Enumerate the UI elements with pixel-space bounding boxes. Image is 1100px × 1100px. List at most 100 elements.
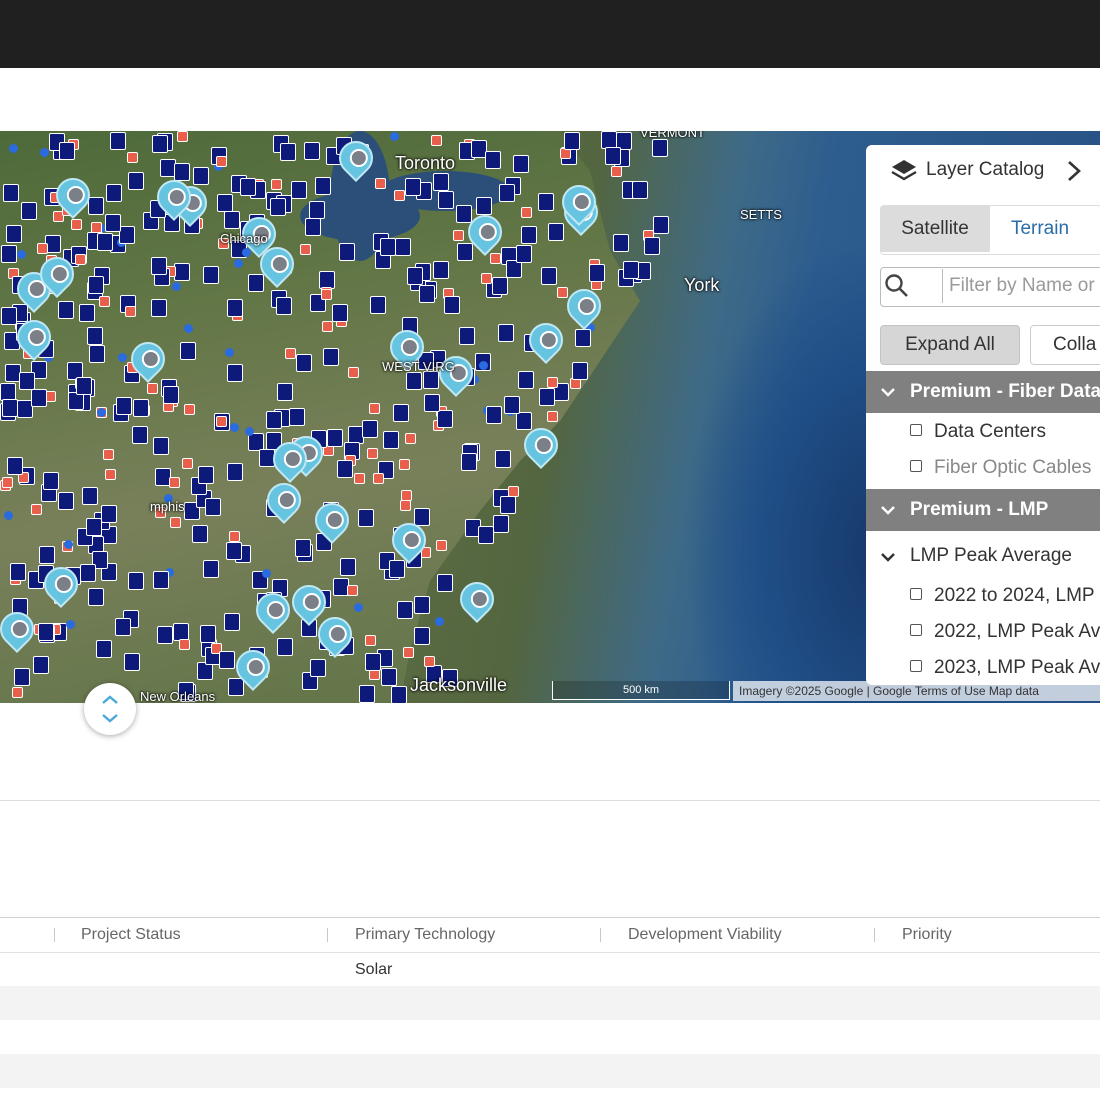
project-marker[interactable]: [58, 492, 74, 510]
project-marker[interactable]: [270, 198, 286, 216]
group-premium-fiber-data[interactable]: Premium - Fiber Data: [866, 371, 1100, 413]
project-marker[interactable]: [7, 457, 23, 475]
project-marker[interactable]: [652, 139, 668, 157]
project-marker-red[interactable]: [322, 321, 333, 332]
project-marker-red[interactable]: [547, 377, 558, 388]
project-marker[interactable]: [87, 327, 103, 345]
project-marker[interactable]: [3, 184, 19, 202]
project-marker[interactable]: [340, 558, 356, 576]
project-marker-red[interactable]: [375, 178, 386, 189]
project-marker[interactable]: [1, 245, 17, 263]
project-marker[interactable]: [339, 243, 355, 261]
project-marker-red[interactable]: [481, 273, 492, 284]
column-header-project-status[interactable]: Project Status: [81, 926, 181, 944]
solar-site-pin-icon[interactable]: [452, 574, 502, 624]
project-marker[interactable]: [101, 505, 117, 523]
project-marker-blue[interactable]: [118, 353, 127, 362]
checkbox[interactable]: [910, 623, 922, 636]
project-marker-red[interactable]: [75, 254, 86, 265]
project-marker-red[interactable]: [347, 585, 358, 596]
project-marker-blue[interactable]: [230, 423, 239, 432]
project-marker-red[interactable]: [394, 190, 405, 201]
project-marker[interactable]: [359, 685, 375, 703]
project-marker[interactable]: [437, 574, 453, 592]
project-marker[interactable]: [393, 404, 409, 422]
project-marker[interactable]: [39, 546, 55, 564]
checkbox[interactable]: [910, 659, 922, 672]
project-marker[interactable]: [419, 285, 435, 303]
project-marker[interactable]: [115, 618, 131, 636]
project-marker[interactable]: [444, 296, 460, 314]
project-marker[interactable]: [59, 142, 75, 160]
project-marker[interactable]: [38, 623, 54, 641]
project-marker-red[interactable]: [431, 135, 442, 146]
project-marker-blue[interactable]: [234, 259, 243, 268]
project-marker-red[interactable]: [31, 504, 42, 515]
project-marker[interactable]: [327, 429, 343, 447]
project-marker-blue[interactable]: [97, 408, 106, 417]
project-marker[interactable]: [151, 299, 167, 317]
project-marker-red[interactable]: [300, 244, 311, 255]
project-marker[interactable]: [124, 653, 140, 671]
project-marker-blue[interactable]: [66, 620, 75, 629]
table-row-empty[interactable]: [0, 986, 1100, 1020]
project-marker-red[interactable]: [521, 207, 532, 218]
project-marker[interactable]: [132, 426, 148, 444]
terrain-button[interactable]: Terrain: [989, 206, 1090, 252]
project-marker[interactable]: [315, 177, 331, 195]
project-marker[interactable]: [82, 487, 98, 505]
project-marker-red[interactable]: [557, 287, 568, 298]
project-marker-blue[interactable]: [172, 282, 181, 291]
project-marker[interactable]: [106, 184, 122, 202]
project-marker-blue[interactable]: [64, 540, 73, 549]
project-marker[interactable]: [276, 297, 292, 315]
project-marker[interactable]: [89, 345, 105, 363]
project-marker[interactable]: [116, 397, 132, 415]
project-marker[interactable]: [521, 226, 537, 244]
table-row-empty[interactable]: [0, 1054, 1100, 1088]
project-marker[interactable]: [492, 277, 508, 295]
layer-item-data-centers[interactable]: Data Centers: [910, 421, 1046, 443]
project-marker-red[interactable]: [184, 404, 195, 415]
project-marker[interactable]: [365, 653, 381, 671]
project-marker-red[interactable]: [99, 296, 110, 307]
project-marker-red[interactable]: [169, 477, 180, 488]
project-marker[interactable]: [433, 173, 449, 191]
project-marker-red[interactable]: [354, 473, 365, 484]
group-premium-lmp[interactable]: Premium - LMP: [866, 489, 1100, 531]
project-marker-red[interactable]: [127, 152, 138, 163]
project-marker[interactable]: [21, 202, 37, 220]
project-marker[interactable]: [538, 193, 554, 211]
project-marker[interactable]: [548, 223, 564, 241]
project-marker[interactable]: [266, 411, 282, 429]
project-marker[interactable]: [88, 197, 104, 215]
checkbox[interactable]: [910, 587, 922, 600]
project-marker[interactable]: [476, 197, 492, 215]
project-marker[interactable]: [397, 601, 413, 619]
project-marker[interactable]: [461, 453, 477, 471]
project-marker[interactable]: [513, 155, 529, 173]
map-resize-toggle-button[interactable]: [84, 683, 136, 735]
project-marker[interactable]: [605, 147, 621, 165]
project-marker[interactable]: [192, 525, 208, 543]
project-marker-red[interactable]: [365, 635, 376, 646]
project-marker[interactable]: [277, 638, 293, 656]
project-marker[interactable]: [437, 410, 453, 428]
project-marker-red[interactable]: [453, 230, 464, 241]
project-marker-red[interactable]: [399, 459, 410, 470]
project-marker-red[interactable]: [170, 517, 181, 528]
project-marker[interactable]: [407, 267, 423, 285]
project-marker[interactable]: [516, 412, 532, 430]
project-marker-blue[interactable]: [184, 324, 193, 333]
project-marker[interactable]: [97, 233, 113, 251]
column-header-priority[interactable]: Priority: [902, 926, 952, 944]
project-marker-red[interactable]: [271, 179, 282, 190]
project-marker[interactable]: [457, 243, 473, 261]
project-marker[interactable]: [459, 327, 475, 345]
project-marker[interactable]: [151, 257, 167, 275]
project-marker[interactable]: [539, 388, 555, 406]
project-marker[interactable]: [219, 651, 235, 669]
project-marker[interactable]: [424, 394, 440, 412]
project-marker[interactable]: [516, 245, 532, 263]
project-marker[interactable]: [10, 563, 26, 581]
